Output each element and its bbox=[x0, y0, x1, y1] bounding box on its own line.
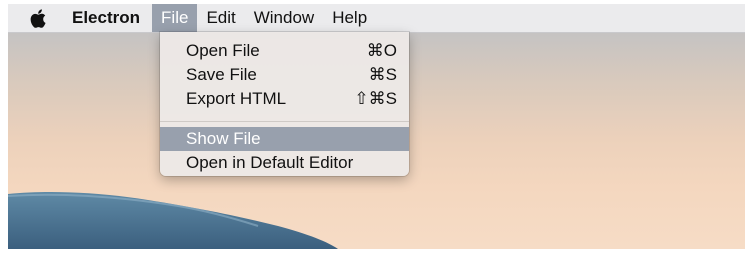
menu-file[interactable]: File bbox=[152, 4, 198, 32]
menu-item-label: Export HTML bbox=[186, 89, 287, 108]
file-menu-dropdown: Open File ⌘O Save File ⌘S Export HTML ⇧⌘… bbox=[160, 32, 409, 176]
menu-edit[interactable]: Edit bbox=[197, 4, 244, 32]
apple-menu[interactable] bbox=[14, 4, 62, 32]
menu-item-shortcut: ⌘S bbox=[368, 65, 397, 84]
menu-item-open-file[interactable]: Open File ⌘O bbox=[160, 39, 409, 63]
menu-item-label: Open in Default Editor bbox=[186, 153, 354, 172]
menu-help[interactable]: Help bbox=[323, 4, 376, 32]
menu-item-label: Show File bbox=[186, 129, 261, 148]
menu-bar: Electron File Edit Window Help bbox=[8, 4, 745, 33]
desktop: Electron File Edit Window Help Open File… bbox=[8, 4, 745, 249]
menu-item-shortcut: ⇧⌘S bbox=[354, 89, 397, 108]
menu-item-label: Open File bbox=[186, 41, 260, 60]
menu-separator bbox=[160, 121, 409, 122]
apple-logo-icon bbox=[30, 8, 46, 28]
menu-item-save-file[interactable]: Save File ⌘S bbox=[160, 63, 409, 87]
menu-item-show-file[interactable]: Show File bbox=[160, 127, 409, 151]
app-menu[interactable]: Electron bbox=[62, 4, 152, 32]
menu-item-shortcut: ⌘O bbox=[366, 41, 397, 60]
menu-item-export-html[interactable]: Export HTML ⇧⌘S bbox=[160, 87, 409, 111]
menu-item-open-in-default-editor[interactable]: Open in Default Editor bbox=[160, 151, 409, 175]
menu-window[interactable]: Window bbox=[245, 4, 323, 32]
menu-item-label: Save File bbox=[186, 65, 257, 84]
